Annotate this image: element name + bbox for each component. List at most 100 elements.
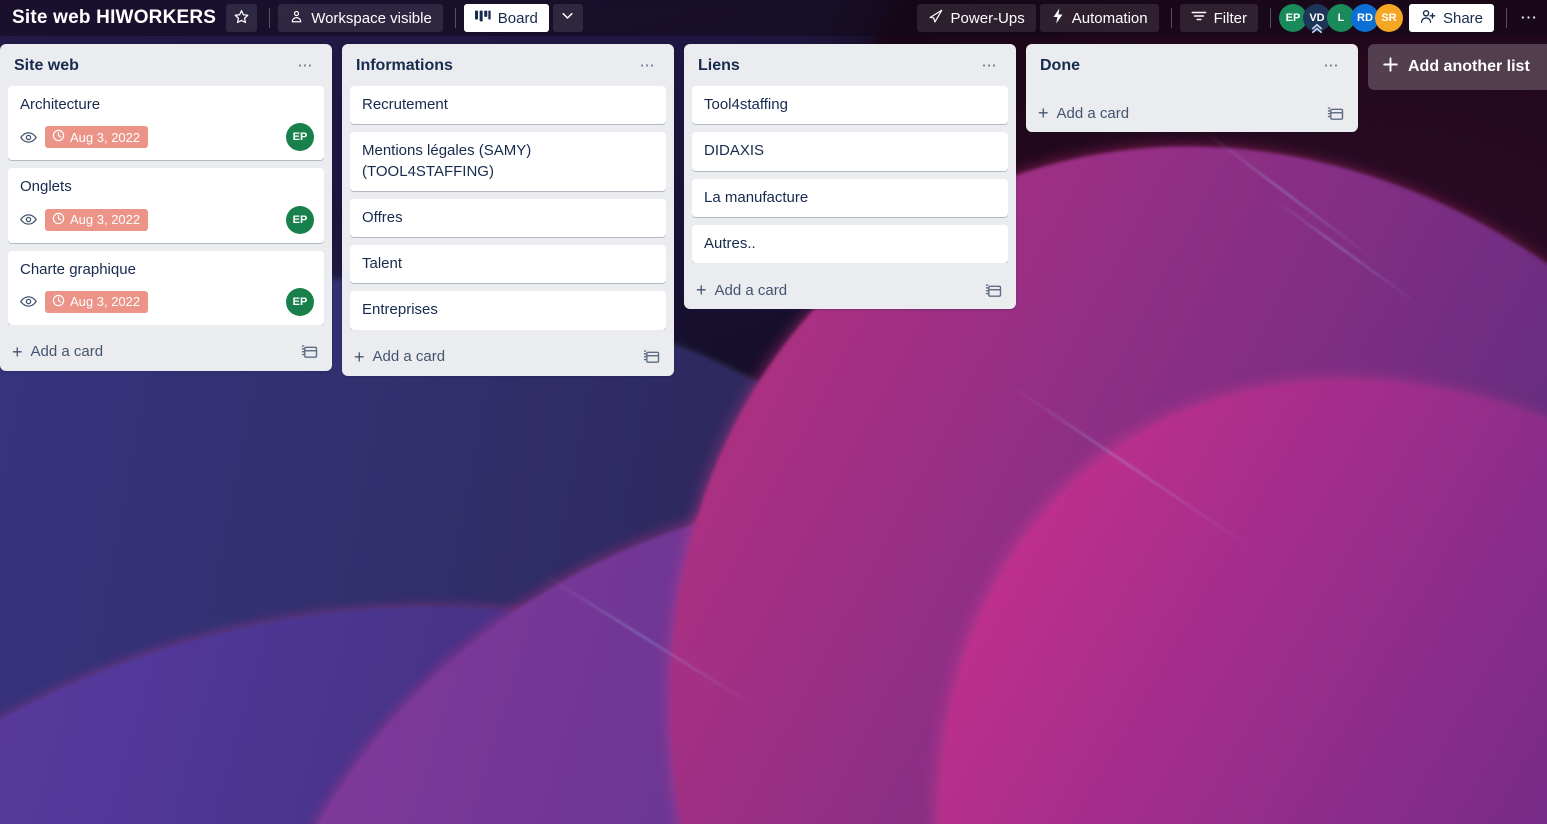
list-title[interactable]: Site web (14, 57, 79, 75)
card[interactable]: DIDAXIS (692, 132, 1008, 171)
list-title[interactable]: Done (1040, 57, 1080, 75)
list-header: Site web ⋯ (0, 44, 332, 86)
list-liens: Liens ⋯ Tool4staffing DIDAXIS La manufac… (684, 44, 1016, 309)
card[interactable]: Talent (350, 245, 666, 284)
card-member-avatar[interactable]: EP (286, 205, 314, 234)
card[interactable]: Architecture Aug 3, 2022 EP (8, 86, 324, 161)
due-date-badge[interactable]: Aug 3, 2022 (45, 126, 149, 149)
board-menu-button[interactable]: ⋯ (1515, 4, 1543, 32)
star-button[interactable] (226, 4, 258, 32)
filter-label: Filter (1213, 9, 1247, 27)
list-footer: + Add a card (684, 271, 1016, 301)
tab-board[interactable]: Board (463, 4, 549, 32)
list-site-web: Site web ⋯ Architecture Aug 3, 2022 EP O… (0, 44, 332, 371)
visibility-label: Workspace visible (311, 9, 432, 27)
card-badges: Aug 3, 2022 EP (20, 205, 314, 234)
avatar[interactable]: SR (1374, 4, 1403, 32)
rocket-icon (928, 8, 944, 28)
list-footer: + Add a card (0, 333, 332, 363)
card[interactable]: Mentions légales (SAMY) (TOOL4STAFFING) (350, 132, 666, 191)
divider (269, 8, 271, 28)
board-views-dropdown-button[interactable] (552, 4, 583, 32)
due-date-label: Aug 3, 2022 (70, 212, 141, 227)
filter-button[interactable]: Filter (1179, 4, 1258, 32)
visibility-button[interactable]: Workspace visible (278, 4, 443, 32)
list-title[interactable]: Liens (698, 57, 740, 75)
card[interactable]: Entreprises (350, 291, 666, 330)
card-badges: Aug 3, 2022 EP (20, 287, 314, 316)
plus-icon: + (1038, 103, 1049, 123)
workspace-people-icon (289, 9, 304, 28)
list-menu-button[interactable]: ⋯ (976, 58, 1005, 74)
card[interactable]: Onglets Aug 3, 2022 EP (8, 168, 324, 243)
clock-icon (52, 212, 65, 228)
list-title[interactable]: Informations (356, 57, 453, 75)
card-member-avatar[interactable]: EP (286, 123, 314, 152)
card[interactable]: Autres.. (692, 224, 1008, 263)
add-card-button[interactable]: + Add a card (1038, 104, 1129, 122)
automation-button[interactable]: Automation (1039, 4, 1159, 32)
due-date-badge[interactable]: Aug 3, 2022 (45, 290, 149, 313)
due-date-label: Aug 3, 2022 (70, 294, 141, 310)
card-title: Entreprises (362, 301, 438, 319)
list-informations: Informations ⋯ Recrutement Mentions léga… (342, 44, 674, 376)
list-done: Done ⋯ + Add a card (1026, 44, 1358, 132)
share-label: Share (1442, 9, 1483, 27)
tab-board-label: Board (497, 9, 538, 27)
avatar-initials: RD (1357, 12, 1373, 24)
card-title: La manufacture (704, 188, 809, 206)
list-footer: + Add a card (1026, 94, 1358, 124)
card-template-icon[interactable] (643, 348, 660, 365)
add-card-button[interactable]: + Add a card (354, 348, 445, 366)
card-title: Tool4staffing (704, 96, 788, 113)
plus-icon: + (12, 341, 23, 362)
card-title: Onglets (20, 178, 72, 196)
card-template-icon[interactable] (301, 343, 318, 360)
add-card-label: Add a card (1056, 104, 1130, 122)
card[interactable]: La manufacture (692, 178, 1008, 217)
card[interactable]: Charte graphique Aug 3, 2022 EP (8, 250, 324, 325)
star-icon (234, 9, 249, 28)
add-card-button[interactable]: + Add a card (12, 343, 103, 361)
divider (1506, 8, 1507, 28)
person-add-icon (1420, 9, 1436, 28)
card-title: Autres.. (704, 234, 756, 252)
eye-icon (20, 131, 37, 144)
list-menu-button[interactable]: ⋯ (1318, 58, 1347, 74)
board-canvas: Site web ⋯ Architecture Aug 3, 2022 EP O… (0, 36, 1547, 824)
list-menu-button[interactable]: ⋯ (634, 58, 663, 74)
power-ups-label: Power-Ups (950, 9, 1025, 27)
card-title: Architecture (20, 96, 101, 113)
avatar-initials: EP (292, 131, 308, 144)
power-ups-button[interactable]: Power-Ups (916, 4, 1036, 32)
card-container: Tool4staffing DIDAXIS La manufacture Aut… (684, 86, 1016, 263)
clock-icon (52, 129, 65, 145)
filter-icon (1191, 9, 1207, 27)
card-title: Recrutement (362, 96, 448, 113)
due-date-label: Aug 3, 2022 (70, 129, 141, 145)
due-date-badge[interactable]: Aug 3, 2022 (45, 208, 149, 231)
card[interactable]: Offres (350, 198, 666, 237)
card[interactable]: Recrutement (350, 86, 666, 125)
card-member-avatar[interactable]: EP (286, 287, 314, 316)
card-title: Talent (362, 255, 403, 272)
divider (1269, 8, 1271, 28)
card[interactable]: Tool4staffing (692, 86, 1008, 125)
share-button[interactable]: Share (1408, 4, 1494, 32)
card-container: Recrutement Mentions légales (SAMY) (TOO… (342, 86, 674, 330)
add-another-list-button[interactable]: Add another list (1368, 44, 1547, 90)
card-title: Charte graphique (20, 260, 136, 278)
add-card-button[interactable]: + Add a card (696, 281, 787, 299)
list-footer: + Add a card (342, 338, 674, 368)
avatar-initials: SR (1381, 12, 1397, 24)
card-badges: Aug 3, 2022 EP (20, 123, 314, 152)
avatar-initials: EP (1285, 12, 1301, 24)
card-template-icon[interactable] (1327, 105, 1344, 122)
eye-icon (20, 213, 37, 226)
divider (454, 8, 456, 28)
add-card-label: Add a card (372, 348, 446, 365)
board-columns-icon (474, 9, 491, 27)
card-template-icon[interactable] (985, 282, 1002, 299)
list-menu-button[interactable]: ⋯ (292, 58, 321, 74)
add-another-list-label: Add another list (1408, 58, 1530, 75)
